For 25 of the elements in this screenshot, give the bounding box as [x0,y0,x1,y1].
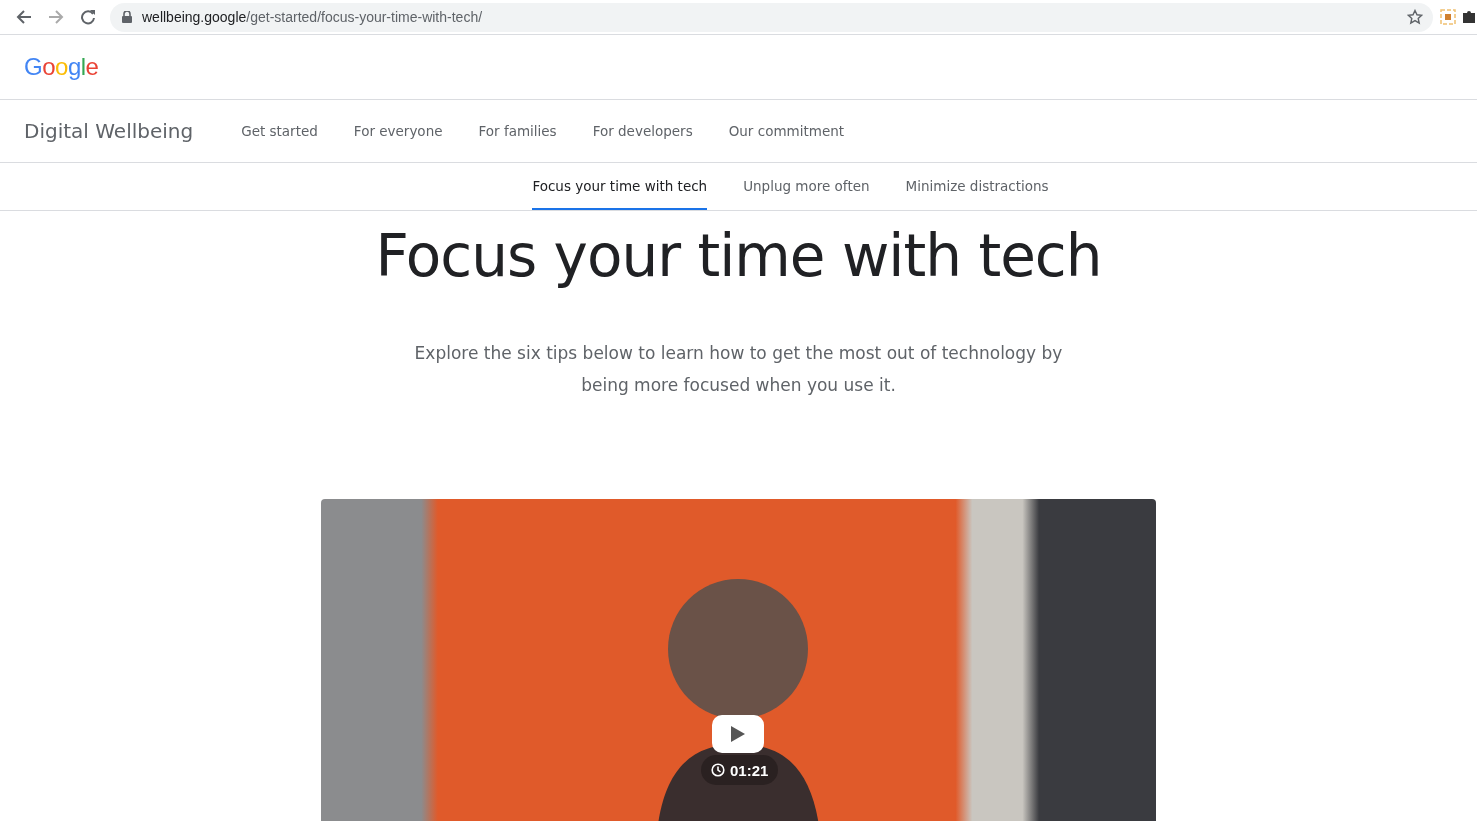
nav-link[interactable]: For developers [586,117,699,145]
play-button[interactable] [712,715,764,753]
reload-icon [80,9,96,25]
nav-link[interactable]: For families [472,117,563,145]
duration-text: 01:21 [730,761,769,779]
back-arrow-icon [16,9,32,25]
forward-arrow-icon [48,9,64,25]
play-icon [731,726,745,742]
section-tab[interactable]: Focus your time with tech [532,163,708,210]
video-thumbnail[interactable]: 01:21 [321,499,1156,821]
extension-icon[interactable] [1440,9,1456,25]
intro-paragraph: Explore the six tips below to learn how to get the most out of technology by being more focused when you use it. [413,342,1064,397]
url-text: wellbeing.google/get-started/focus-your-time-with-tech/ [142,9,484,25]
nav-link[interactable]: For everyone [347,117,449,145]
nav-link[interactable]: Get started [235,117,324,145]
section-tab[interactable]: Minimize distractions [905,163,1049,210]
address-bar[interactable]: wellbeing.google/get-started/focus-your-time-with-tech/ [110,2,1433,32]
nav-link[interactable]: Our commitment [722,117,851,145]
star-icon[interactable] [1407,9,1423,25]
clock-icon [711,763,725,777]
site-title[interactable]: Digital Wellbeing [24,119,194,143]
google-logo[interactable]: Google [24,53,99,81]
lock-icon [122,11,132,23]
section-tab[interactable]: Unplug more often [743,163,870,210]
page-heading: Focus your time with tech [375,221,1102,291]
